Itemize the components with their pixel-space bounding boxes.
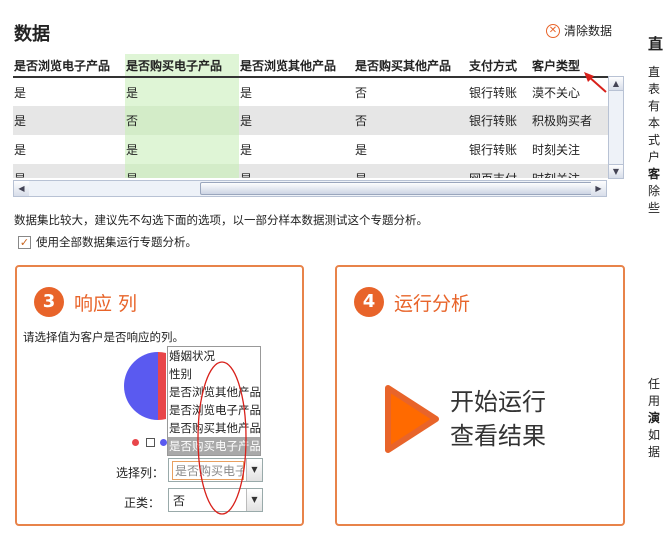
play-icon: [385, 385, 439, 453]
data-table[interactable]: 是否浏览电子产品 是否购买电子产品 是否浏览其他产品 是否购买其他产品 支付方式…: [13, 54, 608, 178]
table-cell: 积极购买者: [531, 106, 608, 135]
table-cell: 是: [125, 135, 239, 164]
clear-data-label: 清除数据: [564, 24, 613, 38]
side-line: 任: [648, 377, 661, 391]
red-ellipse-annotation: [197, 361, 247, 515]
checkbox-check-icon[interactable]: ✓: [18, 235, 31, 249]
run-line-2: 查看结果: [450, 422, 546, 450]
scroll-left-icon[interactable]: ◀: [14, 181, 29, 196]
table-cell: 是: [239, 164, 354, 178]
column-header[interactable]: 是否浏览电子产品: [13, 54, 125, 78]
side-heading: 直: [648, 36, 664, 53]
positive-class-value: 否: [173, 493, 186, 508]
table-cell: 否: [355, 85, 368, 100]
table-cell: 是: [355, 143, 368, 157]
table-cell: 银行转账: [468, 106, 531, 135]
table-row: 是是是否银行转账 漠不关心: [13, 77, 608, 106]
close-circle-icon: ✕: [546, 23, 560, 38]
scroll-right-icon[interactable]: ▶: [591, 181, 606, 196]
table-cell: 是: [240, 143, 253, 157]
page-title: 数据: [14, 24, 50, 45]
table-cell: 否: [354, 106, 468, 135]
scroll-up-icon[interactable]: ▲: [609, 77, 623, 91]
scrollbar-thumb[interactable]: [200, 182, 600, 195]
column-header[interactable]: 是否购买其他产品: [354, 54, 468, 78]
table-cell: 是: [125, 164, 239, 178]
vertical-scrollbar[interactable]: ▲ ▼: [608, 76, 624, 179]
clear-data-button[interactable]: ✕ 清除数据: [546, 22, 612, 39]
side-line: 除: [648, 184, 661, 198]
table-cell: 时刻关注: [532, 143, 581, 157]
side-line: 据: [648, 445, 661, 459]
side-line: 些: [648, 201, 661, 215]
table-cell: 网页支付: [468, 164, 531, 178]
step-3-title: 响应 列: [74, 293, 138, 315]
table-cell: 银行转账: [469, 143, 518, 157]
side-line: 用: [648, 394, 661, 408]
table-cell: 银行转账: [469, 85, 518, 100]
table-cell: 是: [13, 164, 125, 178]
table-cell: 是: [354, 164, 468, 178]
column-header-selected[interactable]: 是否购买电子产品: [125, 54, 239, 78]
side-line: 客: [648, 167, 661, 181]
step-3-description: 请选择值为客户是否响应的列。: [23, 330, 184, 344]
side-line: 表: [648, 82, 661, 96]
side-text-lower: 任 用 演 如 据: [648, 376, 666, 461]
scroll-down-icon[interactable]: ▼: [609, 164, 623, 178]
run-analysis-button[interactable]: 开始运行 查看结果: [384, 384, 546, 454]
side-line: 演: [648, 411, 661, 425]
table-row: 是是是是银行转账 时刻关注: [13, 135, 608, 164]
select-column-label: 选择列：: [116, 466, 165, 480]
step-number-badge: 4: [354, 287, 384, 317]
table-cell: 是: [13, 106, 125, 135]
red-arrow-annotation: [584, 72, 607, 93]
step-number-badge: 3: [34, 287, 64, 317]
step-4-title: 运行分析: [394, 293, 471, 315]
side-line: 式: [648, 133, 661, 147]
legend-red-dot-icon: [132, 439, 139, 446]
side-line: 如: [648, 428, 661, 442]
table-row: 是是是是网页支付时刻关注: [13, 164, 608, 178]
table-cell: 是: [240, 85, 253, 100]
use-full-dataset-checkbox[interactable]: ✓ 使用全部数据集运行专题分析。: [18, 234, 197, 250]
side-line: 户: [648, 150, 661, 164]
table-cell: 否: [125, 106, 239, 135]
side-line: 有: [648, 99, 661, 113]
checkbox-label: 使用全部数据集运行专题分析。: [36, 235, 197, 249]
table-cell: 是: [239, 106, 354, 135]
table-row: 是否是否银行转账 积极购买者: [13, 106, 608, 135]
table-cell: 是: [14, 85, 27, 100]
column-header[interactable]: 支付方式: [468, 54, 531, 78]
column-header[interactable]: 是否浏览其他产品: [239, 54, 354, 78]
legend-blue-dot-icon: [160, 439, 167, 446]
horizontal-scrollbar[interactable]: ◀ ▶: [13, 180, 607, 197]
side-line: 本: [648, 116, 661, 130]
positive-class-label: 正类：: [124, 496, 161, 510]
run-line-1: 开始运行: [450, 388, 546, 416]
table-cell: 时刻关注: [531, 164, 608, 178]
table-cell: 是: [14, 143, 27, 157]
side-line: 直: [648, 65, 661, 79]
table-cell: 是: [125, 77, 239, 106]
dataset-notice: 数据集比较大，建议先不勾选下面的选项，以一部分样本数据测试这个专题分析。: [14, 213, 428, 227]
pie-chart-icon: [124, 352, 166, 420]
side-text: 直 表 有 本 式 户 客 除 些: [648, 64, 666, 217]
legend-square-icon: [146, 438, 155, 447]
